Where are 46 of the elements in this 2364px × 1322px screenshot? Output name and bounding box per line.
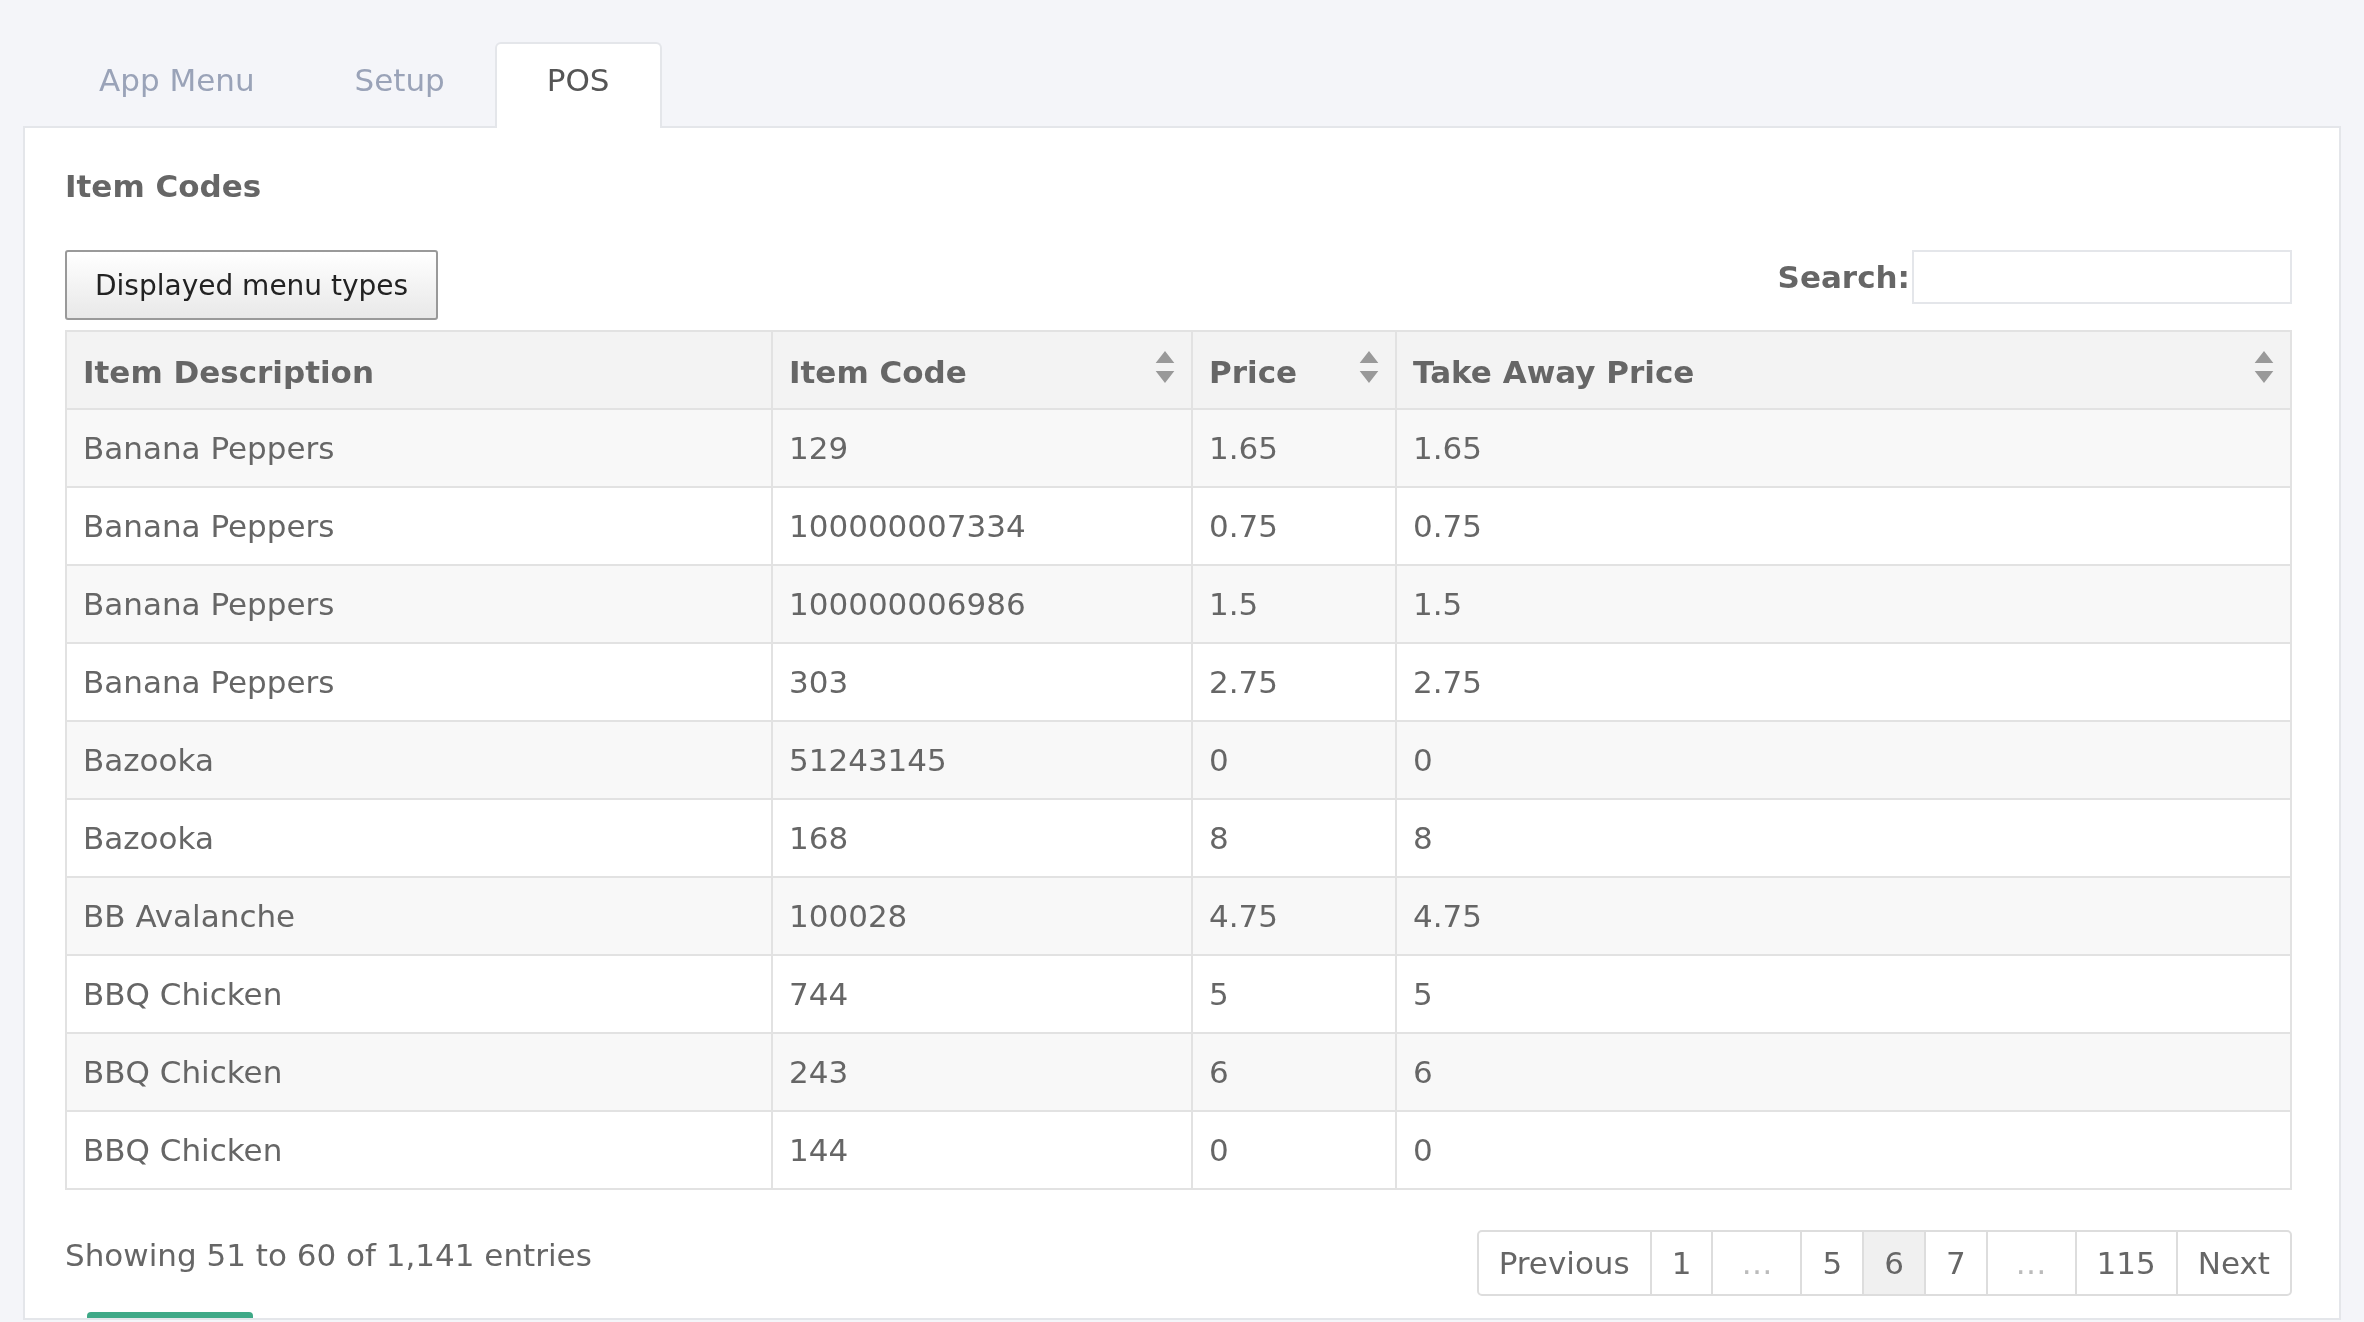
page-ellipsis: … xyxy=(1985,1232,2075,1294)
sort-icon xyxy=(2254,350,2274,383)
table-cell: BBQ Chicken xyxy=(66,1033,772,1111)
column-header[interactable]: Take Away Price xyxy=(1396,331,2291,409)
table-cell: 1.5 xyxy=(1396,565,2291,643)
table-cell: BBQ Chicken xyxy=(66,1111,772,1189)
tab[interactable]: POS xyxy=(494,42,662,128)
column-header: Item Description xyxy=(66,331,772,409)
table-cell: 100000006986 xyxy=(772,565,1192,643)
action-button[interactable] xyxy=(87,1312,253,1318)
table-cell: 51243145 xyxy=(772,721,1192,799)
table-cell: 1.65 xyxy=(1192,409,1396,487)
page-nav-button[interactable]: Next xyxy=(2175,1232,2290,1294)
table-cell: 129 xyxy=(772,409,1192,487)
displayed-menu-types-button[interactable]: Displayed menu types xyxy=(65,250,439,320)
page-button[interactable]: 7 xyxy=(1923,1232,1986,1294)
sort-icon xyxy=(1155,350,1175,383)
page-button[interactable]: 115 xyxy=(2074,1232,2176,1294)
table-cell: 1.5 xyxy=(1192,565,1396,643)
table-cell: 1.65 xyxy=(1396,409,2291,487)
page-button[interactable]: 6 xyxy=(1862,1232,1924,1294)
section-title: Item Codes xyxy=(65,168,262,204)
table-cell: 4.75 xyxy=(1192,877,1396,955)
search-field[interactable] xyxy=(1912,250,2292,304)
column-header[interactable]: Price xyxy=(1192,331,1396,409)
table-cell: 6 xyxy=(1192,1033,1396,1111)
table-cell: 0 xyxy=(1192,1111,1396,1189)
page-button[interactable]: 1 xyxy=(1649,1232,1712,1294)
table-cell: 0 xyxy=(1396,1111,2291,1189)
table-cell: 0 xyxy=(1396,721,2291,799)
table-cell: 243 xyxy=(772,1033,1192,1111)
table-cell: Bazooka xyxy=(66,721,772,799)
column-header[interactable]: Item Code xyxy=(772,331,1192,409)
sort-icon xyxy=(1359,350,1379,383)
entries-info: Showing 51 to 60 of 1,141 entries xyxy=(65,1237,592,1273)
table-cell: 6 xyxy=(1396,1033,2291,1111)
table-cell: Banana Peppers xyxy=(66,409,772,487)
table-cell: 0 xyxy=(1192,721,1396,799)
table-cell: 100028 xyxy=(772,877,1192,955)
table-cell: BB Avalanche xyxy=(66,877,772,955)
search-label: Search: xyxy=(1777,259,1910,295)
table-cell: 4.75 xyxy=(1396,877,2291,955)
table-cell: Banana Peppers xyxy=(66,565,772,643)
page-nav-button[interactable]: Previous xyxy=(1478,1232,1650,1294)
table-cell: 144 xyxy=(772,1111,1192,1189)
page-ellipsis: … xyxy=(1711,1232,1801,1294)
